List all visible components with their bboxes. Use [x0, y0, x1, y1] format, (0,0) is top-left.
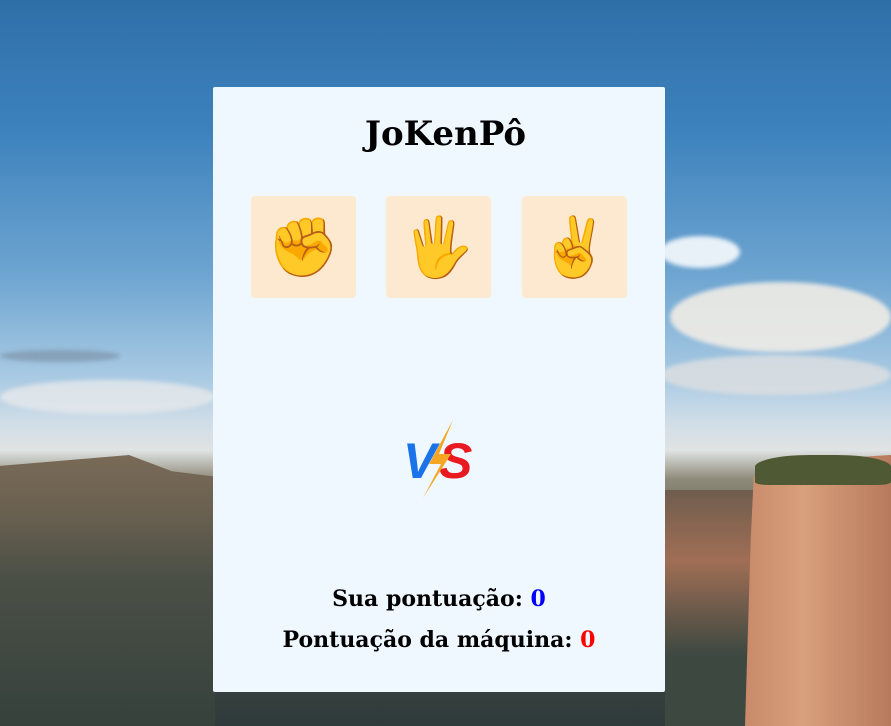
- cliff-vegetation: [755, 455, 891, 485]
- canyon-cliff-middle: [665, 490, 755, 726]
- scissors-button[interactable]: ✌: [522, 196, 627, 298]
- machine-score: Pontuação da máquina: 0: [213, 627, 665, 653]
- canyon-cliff-right: [745, 455, 891, 726]
- player-score-value: 0: [530, 586, 546, 612]
- cloud: [660, 355, 891, 395]
- cloud: [670, 282, 891, 352]
- player-score-label: Sua pontuação:: [332, 586, 523, 612]
- rock-button[interactable]: ✊: [251, 196, 356, 298]
- cloud: [0, 380, 215, 414]
- vs-lightning-icon: V S: [403, 420, 472, 498]
- choice-buttons: ✊ 🖐 ✌: [251, 196, 627, 298]
- raised-hand-icon: 🖐: [402, 213, 475, 281]
- canyon-cliff-left: [0, 455, 215, 726]
- cloud: [660, 236, 740, 268]
- page-title: JoKenPô: [364, 114, 527, 154]
- victory-hand-icon: ✌: [538, 213, 611, 281]
- machine-score-label: Pontuação da máquina:: [282, 627, 573, 653]
- paper-button[interactable]: 🖐: [386, 196, 491, 298]
- machine-score-value: 0: [580, 627, 596, 653]
- player-score: Sua pontuação: 0: [213, 586, 665, 612]
- raised-fist-icon: ✊: [267, 213, 340, 281]
- cloud: [0, 350, 120, 362]
